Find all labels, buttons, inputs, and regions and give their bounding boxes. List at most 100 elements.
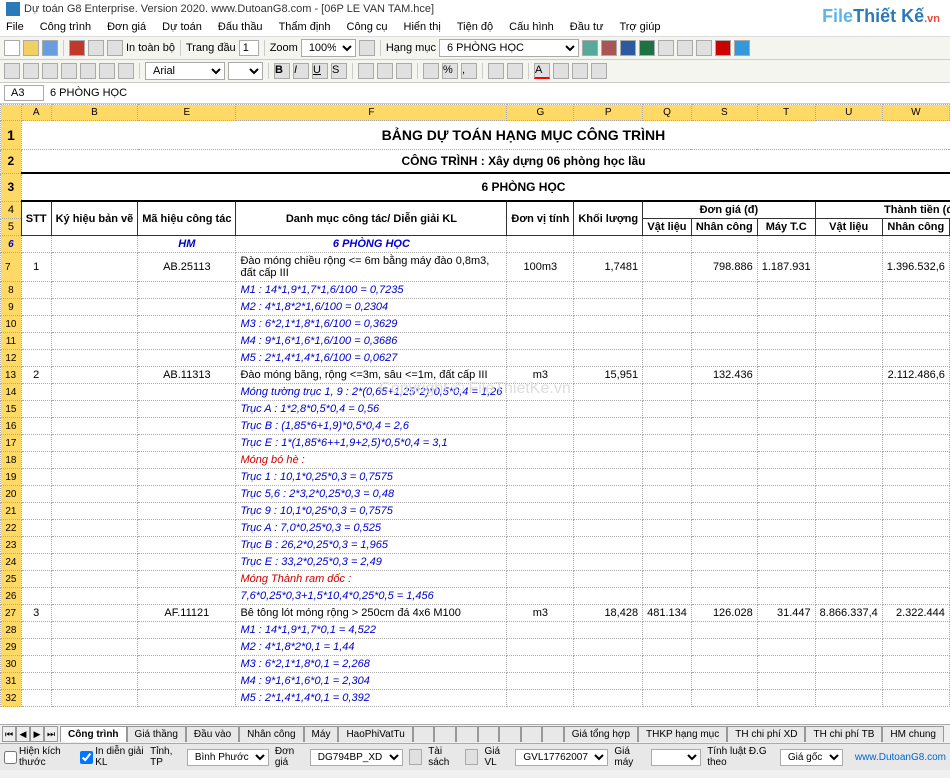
tab-next-icon[interactable]: ▶ (30, 726, 44, 742)
cell-address[interactable]: A3 (4, 85, 44, 101)
tool-icon-4[interactable] (677, 40, 693, 56)
comma-icon[interactable]: , (461, 63, 477, 79)
sheet-tab-11[interactable] (521, 726, 543, 742)
first-page-label[interactable]: Trang đầu (186, 42, 236, 54)
tool-icon-1[interactable] (582, 40, 598, 56)
merge-icon[interactable] (572, 63, 588, 79)
spreadsheet-grid[interactable]: ABEFGPQSTUWXYZAA 1BẢNG DỰ TOÁN HẠNG MỤC … (0, 104, 950, 724)
giavl-select[interactable]: GVL17762007 (515, 749, 608, 766)
fmt-icon-6[interactable] (99, 63, 115, 79)
italic-icon[interactable]: I (293, 63, 309, 79)
sheet-tab-3[interactable]: Nhân công (239, 726, 303, 742)
dongia-select[interactable]: DG794BP_XD (310, 749, 403, 766)
zoom-select[interactable]: 100% (301, 39, 356, 57)
chk-print-kl[interactable]: In diễn giải KL (80, 746, 144, 768)
sheet-tab-1[interactable]: Giá thầng (127, 726, 186, 742)
pdf-icon[interactable] (69, 40, 85, 56)
sheet-tab-10[interactable] (499, 726, 521, 742)
sheet-tab-12[interactable] (542, 726, 564, 742)
menu-file[interactable]: File (4, 20, 26, 34)
zoom-icon[interactable] (359, 40, 375, 56)
tool-icon-2[interactable] (601, 40, 617, 56)
fontsize-select[interactable] (228, 62, 263, 80)
menu-tiện độ[interactable]: Tiện độ (455, 20, 495, 34)
strike-icon[interactable]: S (331, 63, 347, 79)
new-icon[interactable] (4, 40, 20, 56)
menu-dự toán[interactable]: Dự toán (160, 20, 204, 34)
bold-icon[interactable]: B (274, 63, 290, 79)
category-select[interactable]: 6 PHÒNG HỌC (439, 39, 579, 57)
word-icon[interactable] (620, 40, 636, 56)
print-all-label[interactable]: In toàn bộ (126, 42, 175, 54)
fmt-icon-5[interactable] (80, 63, 96, 79)
currency-icon[interactable] (423, 63, 439, 79)
dec-inc-icon[interactable] (488, 63, 504, 79)
fmt-icon-1[interactable] (4, 63, 20, 79)
sheet-tab-16[interactable]: TH chi phí TB (805, 726, 882, 742)
sheet-tab-5[interactable]: HaoPhiVatTu (338, 726, 412, 742)
sheet-tab-7[interactable] (434, 726, 456, 742)
page-input[interactable] (239, 40, 259, 56)
sheet-tab-8[interactable] (456, 726, 478, 742)
tab-last-icon[interactable]: ⏭ (44, 726, 58, 742)
status-icon-2[interactable] (465, 749, 478, 765)
menu-công trình[interactable]: Công trình (38, 20, 93, 34)
province-select[interactable]: Bình Phước (187, 749, 269, 766)
tab-first-icon[interactable]: ⏮ (2, 726, 16, 742)
website-link[interactable]: www.DutoanG8.com (855, 752, 946, 763)
fmt-icon-4[interactable] (61, 63, 77, 79)
sheet-tab-4[interactable]: Máy (304, 726, 339, 742)
help-icon[interactable] (734, 40, 750, 56)
category-label: Hạng mục (386, 42, 436, 54)
percent-icon[interactable]: % (442, 63, 458, 79)
cell-content[interactable]: 6 PHÒNG HỌC (50, 87, 127, 99)
fmt-icon-7[interactable] (118, 63, 134, 79)
sheet-title: BẢNG DỰ TOÁN HẠNG MỤC CÔNG TRÌNH (21, 121, 950, 150)
toolbar-1: In toàn bộ Trang đầu Zoom 100% Hạng mục … (0, 37, 950, 60)
align-right-icon[interactable] (396, 63, 412, 79)
menu-đơn giá[interactable]: Đơn giá (105, 20, 148, 34)
underline-icon[interactable]: U (312, 63, 328, 79)
menu-hiển thị[interactable]: Hiển thị (402, 20, 443, 34)
fmt-icon-2[interactable] (23, 63, 39, 79)
tool-icon-5[interactable] (696, 40, 712, 56)
flag-icon[interactable] (591, 63, 607, 79)
menu-thẩm định[interactable]: Thẩm định (277, 20, 333, 34)
sheet-tab-17[interactable]: HM chung (882, 726, 944, 742)
menu-đầu tư[interactable]: Đầu tư (568, 20, 606, 34)
preview-icon[interactable] (107, 40, 123, 56)
menu-đấu thầu[interactable]: Đấu thầu (216, 20, 265, 34)
align-left-icon[interactable] (358, 63, 374, 79)
menu-trợ giúp[interactable]: Trợ giúp (617, 20, 662, 34)
menu-bar: File Công trình Đơn giá Dự toán Đấu thầu Thẩm… (0, 18, 950, 37)
font-select[interactable]: Arial (145, 62, 225, 80)
title-bar: Dự toán G8 Enterprise. Version 2020. www… (0, 0, 950, 18)
sheet-tab-14[interactable]: THKP hạng mục (638, 726, 727, 742)
window-title: Dự toán G8 Enterprise. Version 2020. www… (24, 3, 434, 15)
align-center-icon[interactable] (377, 63, 393, 79)
sheet-tab-13[interactable]: Giá tổng hợp (564, 726, 638, 742)
sheet-tab-9[interactable] (478, 726, 500, 742)
youtube-icon[interactable] (715, 40, 731, 56)
menu-công cụ[interactable]: Công cụ (345, 20, 390, 34)
status-icon-1[interactable] (409, 749, 422, 765)
save-icon[interactable] (42, 40, 58, 56)
sheet-tab-2[interactable]: Đầu vào (186, 726, 239, 742)
fillcolor-icon[interactable] (553, 63, 569, 79)
print-icon[interactable] (88, 40, 104, 56)
sheet-tab-6[interactable] (413, 726, 435, 742)
fmt-icon-3[interactable] (42, 63, 58, 79)
menu-cấu hình[interactable]: Cấu hình (507, 20, 556, 34)
chk-show-dim[interactable]: Hiện kích thước (4, 746, 74, 768)
tab-prev-icon[interactable]: ◀ (16, 726, 30, 742)
zoom-label: Zoom (270, 42, 298, 54)
excel-icon[interactable] (639, 40, 655, 56)
open-icon[interactable] (23, 40, 39, 56)
sheet-tab-15[interactable]: TH chi phí XD (727, 726, 805, 742)
tinhluat-select[interactable]: Giá gốc (780, 749, 843, 766)
sheet-tab-0[interactable]: Công trình (60, 726, 127, 742)
fontcolor-icon[interactable]: A (534, 63, 550, 79)
dec-dec-icon[interactable] (507, 63, 523, 79)
tool-icon-3[interactable] (658, 40, 674, 56)
giamay-select[interactable] (651, 749, 701, 766)
